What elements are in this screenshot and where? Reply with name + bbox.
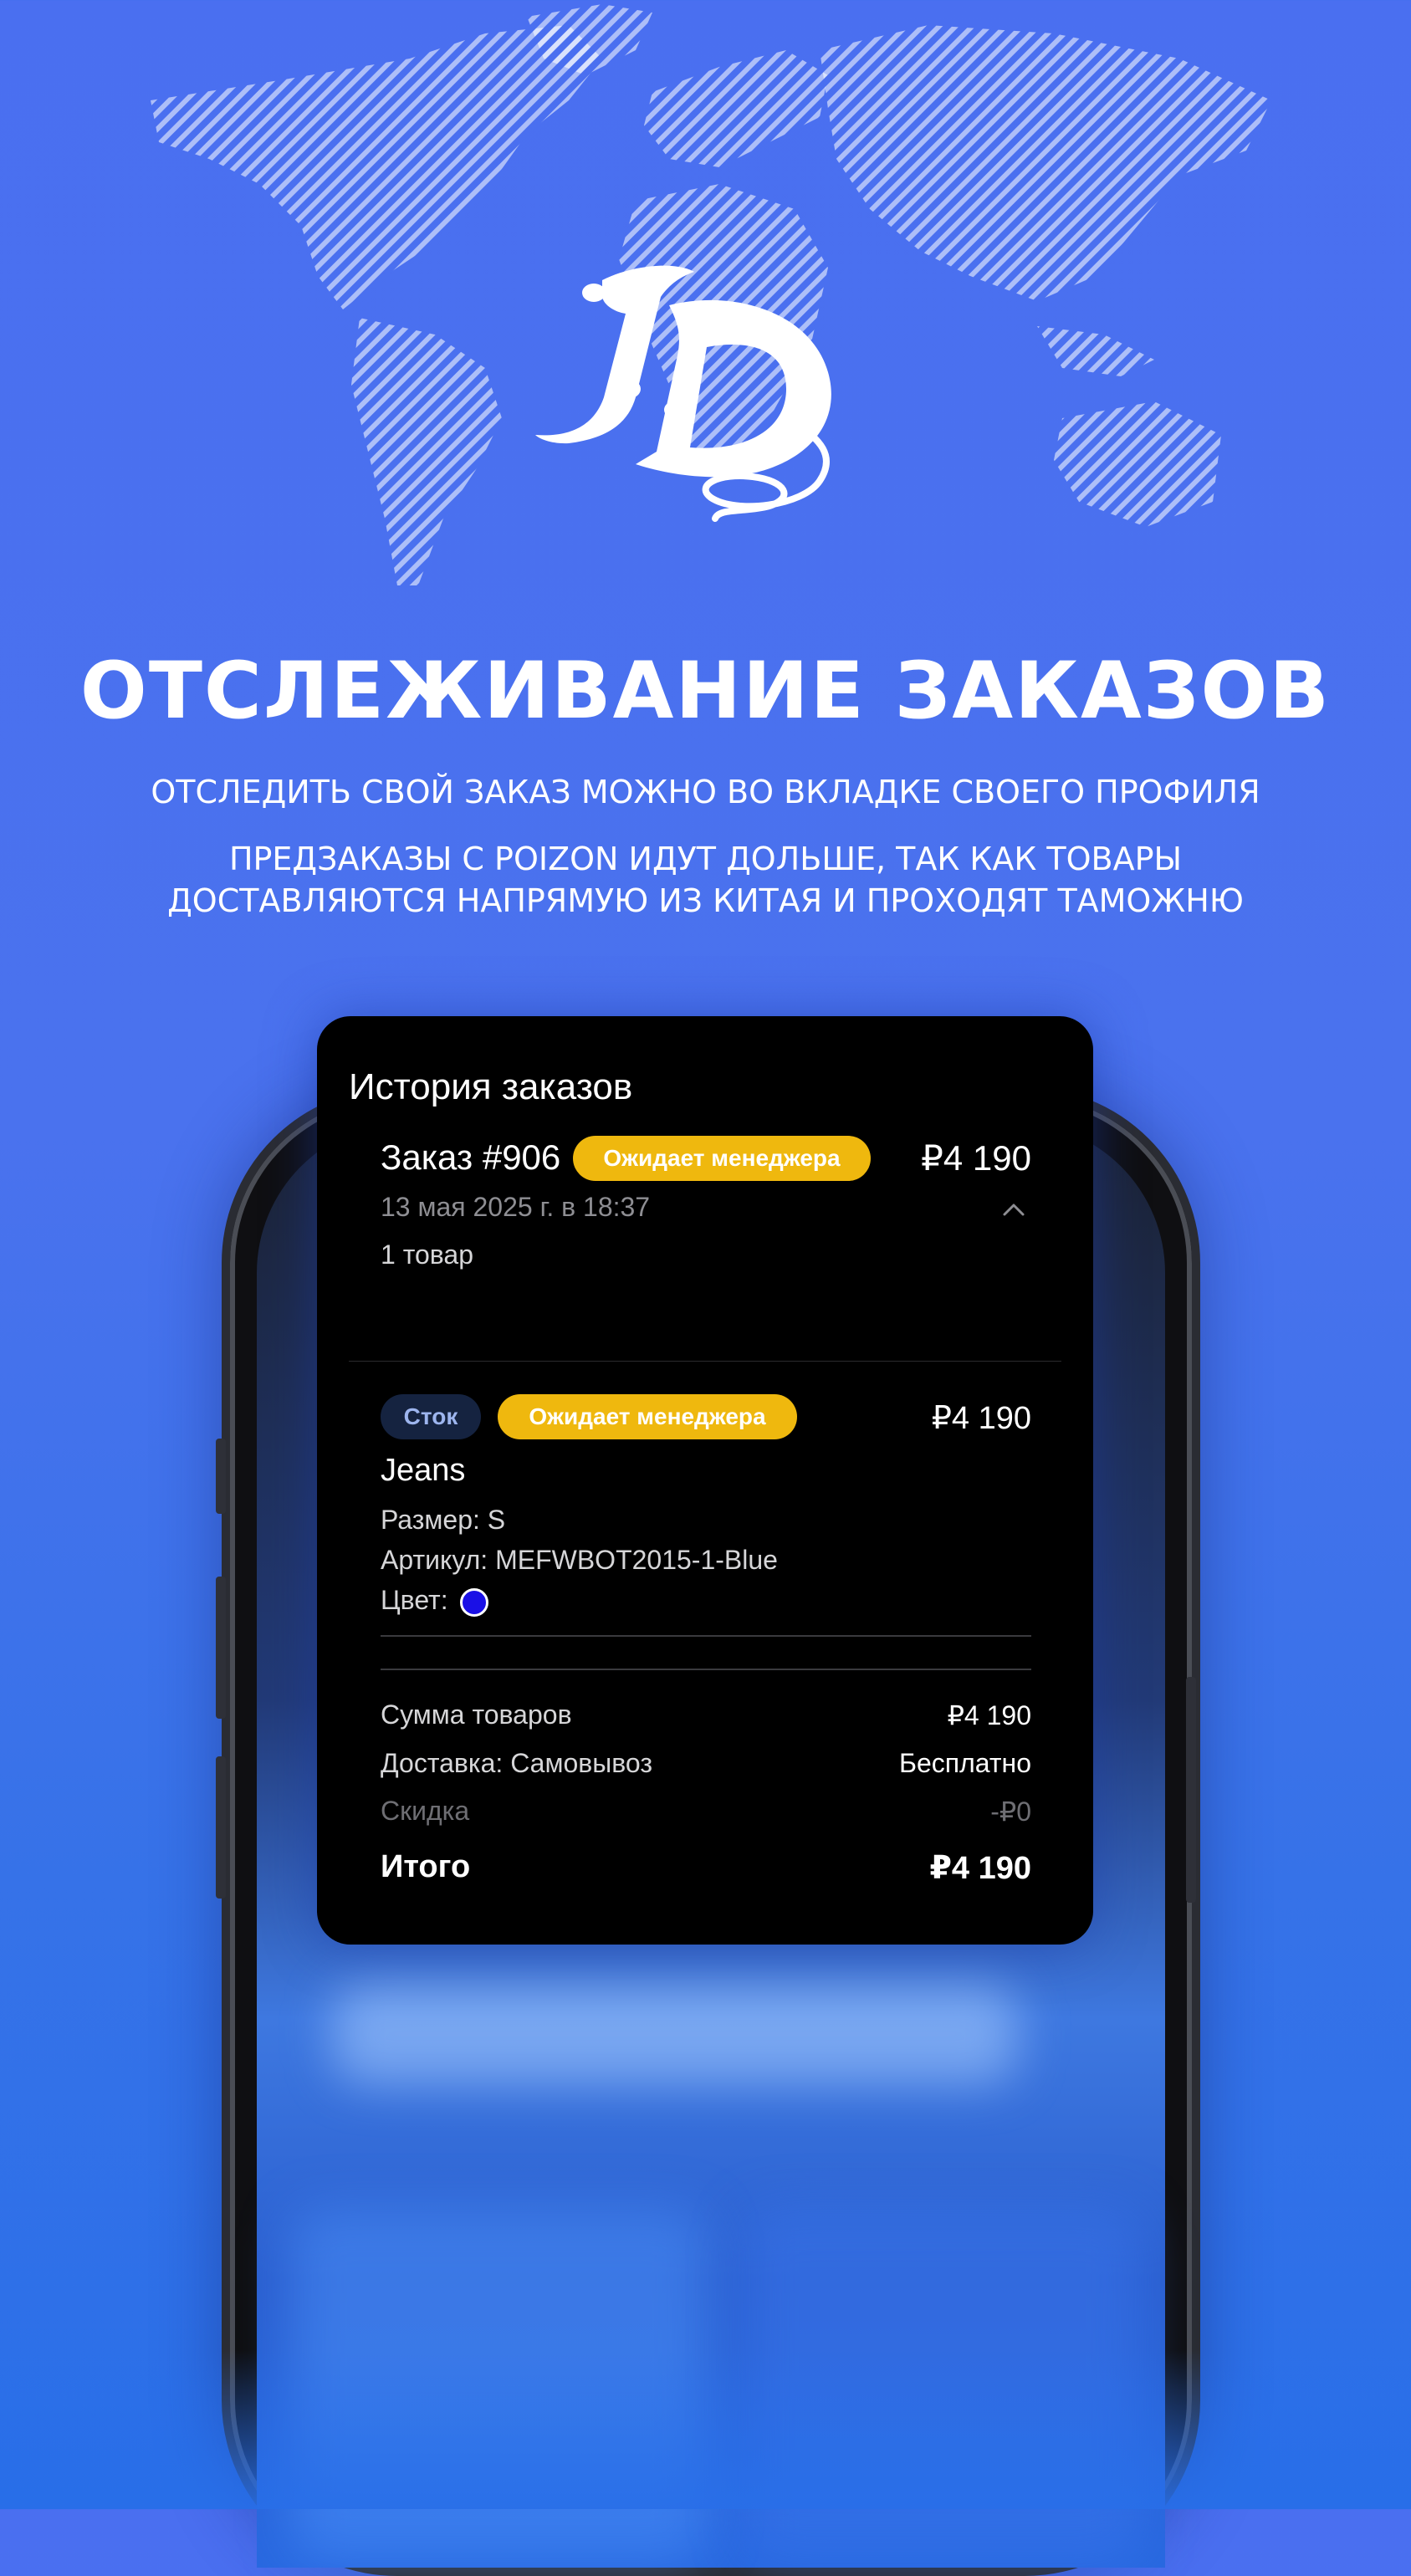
discount-value: -₽0 [990, 1797, 1031, 1827]
chevron-up-icon[interactable] [1001, 1198, 1026, 1223]
subtitle-line-3: ДОСТАВЛЯЮТСЯ НАПРЯМУЮ ИЗ КИТАЯ И ПРОХОДЯ… [167, 882, 1244, 919]
discount-label: Скидка [381, 1796, 470, 1826]
order-status-badge: Ожидает менеджера [573, 1136, 871, 1181]
phone-side-button [216, 1439, 226, 1514]
brand-logo [535, 265, 831, 522]
item-status-badge: Ожидает менеджера [498, 1394, 797, 1439]
divider [349, 1361, 1061, 1362]
divider [381, 1635, 1031, 1637]
delivery-value: Бесплатно [898, 1748, 1031, 1778]
phone-side-button [216, 1756, 226, 1899]
order-number: Заказ #906 [381, 1137, 561, 1177]
goods-value: ₽4 190 [947, 1700, 1031, 1730]
order-price: ₽4 190 [921, 1138, 1031, 1178]
order-date: 13 мая 2025 г. в 18:37 [381, 1192, 651, 1222]
color-swatch [459, 1587, 488, 1617]
item-size: Размер: S [381, 1505, 506, 1535]
item-price: ₽4 190 [931, 1401, 1031, 1436]
order-history-card: История заказов Заказ #906 Ожидает менед… [317, 1016, 1093, 1945]
item-name: Jeans [381, 1453, 466, 1488]
stock-tag: Сток [381, 1394, 481, 1439]
bottom-fade [0, 2350, 1411, 2509]
total-value: ₽4 190 [929, 1851, 1031, 1886]
phone-side-button [216, 1577, 226, 1719]
order-item-count: 1 товар [381, 1239, 474, 1270]
divider [381, 1669, 1031, 1670]
blurred-content [332, 1984, 1018, 2084]
goods-label: Сумма товаров [381, 1699, 572, 1730]
item-color: Цвет: [381, 1585, 488, 1617]
phone-side-button [1186, 1677, 1196, 1903]
page-title: ОТСЛЕЖИВАНИЕ ЗАКАЗОВ [79, 646, 1332, 737]
total-label: Итого [381, 1849, 471, 1884]
card-title: История заказов [349, 1066, 633, 1107]
delivery-label: Доставка: Самовывоз [381, 1748, 653, 1778]
item-sku: Артикул: MEFWBOT2015-1-Blue [381, 1545, 778, 1575]
item-color-label: Цвет: [381, 1585, 448, 1615]
subtitle-line-1: ОТСЛЕДИТЬ СВОЙ ЗАКАЗ МОЖНО ВО ВКЛАДКЕ СВ… [151, 774, 1260, 810]
